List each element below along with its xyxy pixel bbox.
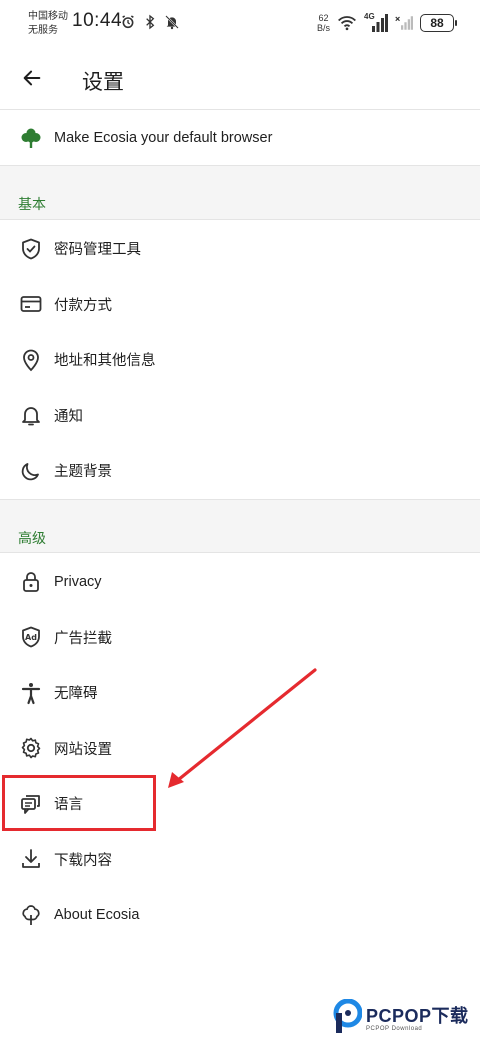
status-bar: 中国移动 无服务 10:44 62 B/s 4G 88: [0, 0, 480, 46]
cell-signal-4g: 4G: [364, 12, 388, 32]
settings-item-label: 广告拦截: [54, 630, 112, 647]
status-time: 10:44: [72, 10, 123, 31]
settings-item-label: 密码管理工具: [54, 242, 141, 259]
settings-item-about[interactable]: About Ecosia: [0, 887, 480, 943]
pcpop-logo-icon: [333, 999, 362, 1033]
carrier-info: 中国移动 无服务: [28, 10, 68, 38]
settings-item-label: Privacy: [54, 573, 102, 590]
gear-icon: [21, 737, 41, 759]
section-basic-header: 基本: [0, 166, 480, 220]
settings-item-label: 通知: [54, 408, 83, 425]
highlight-annotation-box: [2, 775, 156, 831]
bell-icon: [22, 407, 40, 426]
alarm-icon: [122, 15, 134, 29]
moon-icon: [21, 462, 39, 480]
settings-item-passwords[interactable]: 密码管理工具: [0, 221, 480, 277]
back-button[interactable]: [14, 60, 50, 96]
settings-item-label: About Ecosia: [54, 906, 140, 923]
signal-no-service-icon: [395, 16, 413, 30]
signal-bars-icon: [372, 14, 388, 32]
app-bar: 设置: [0, 46, 480, 110]
lock-icon: [23, 571, 39, 592]
settings-item-notifications[interactable]: 通知: [0, 388, 480, 444]
download-icon: [22, 849, 40, 869]
tree-icon: [22, 904, 40, 925]
settings-item-label: 网站设置: [54, 741, 112, 758]
settings-item-theme[interactable]: 主题背景: [0, 443, 480, 499]
wifi-icon: [338, 16, 356, 31]
mute-bell-icon: [165, 15, 179, 30]
settings-item-site-settings[interactable]: 网站设置: [0, 721, 480, 777]
status-right: 62 B/s 4G 88: [317, 12, 457, 33]
location-pin-icon: [23, 349, 39, 372]
svg-text:Ad: Ad: [25, 633, 37, 642]
status-icons: [120, 14, 180, 30]
battery-indicator: 88: [420, 14, 457, 32]
settings-item-payment[interactable]: 付款方式: [0, 277, 480, 333]
basic-settings-list: 密码管理工具 付款方式 地址和其他信息 通知 主题背景: [0, 221, 480, 499]
default-browser-row[interactable]: Make Ecosia your default browser: [0, 110, 480, 166]
shield-check-icon: [22, 238, 40, 260]
ad-block-icon: Ad: [22, 626, 40, 648]
settings-item-label: 无障碍: [54, 686, 98, 703]
ecosia-tree-icon: [21, 128, 41, 148]
settings-item-label: 付款方式: [54, 297, 112, 314]
settings-item-adblock[interactable]: Ad 广告拦截: [0, 610, 480, 666]
carrier-name: 中国移动: [28, 11, 68, 22]
settings-item-label: 主题背景: [54, 464, 112, 481]
accessibility-icon: [21, 682, 41, 704]
section-header-basic: 基本: [18, 196, 46, 212]
settings-item-accessibility[interactable]: 无障碍: [0, 665, 480, 721]
bluetooth-icon: [146, 14, 155, 30]
net-speed-unit: B/s: [316, 23, 330, 33]
credit-card-icon: [20, 296, 42, 313]
settings-item-label: 下载内容: [54, 852, 112, 869]
default-browser-label: Make Ecosia your default browser: [54, 129, 273, 146]
arrow-back-icon: [23, 70, 41, 86]
watermark-title: PCPOP下载: [366, 1006, 469, 1026]
net-speed-value: 62: [318, 13, 329, 23]
section-header-advanced: 高级: [18, 530, 46, 546]
advanced-settings-list: Privacy Ad 广告拦截 无障碍 网站设置 语言 下载内容 About E…: [0, 554, 480, 943]
watermark: PCPOP下载 PCPOP Download: [332, 994, 480, 1040]
section-advanced-header: 高级: [0, 499, 480, 553]
net-speed: 62 B/s: [317, 13, 330, 33]
settings-item-label: 地址和其他信息: [54, 353, 156, 370]
settings-item-addresses[interactable]: 地址和其他信息: [0, 332, 480, 388]
settings-item-privacy[interactable]: Privacy: [0, 554, 480, 610]
carrier-service: 无服务: [28, 25, 58, 36]
page-title: 设置: [82, 71, 124, 94]
settings-item-downloads[interactable]: 下载内容: [0, 832, 480, 888]
